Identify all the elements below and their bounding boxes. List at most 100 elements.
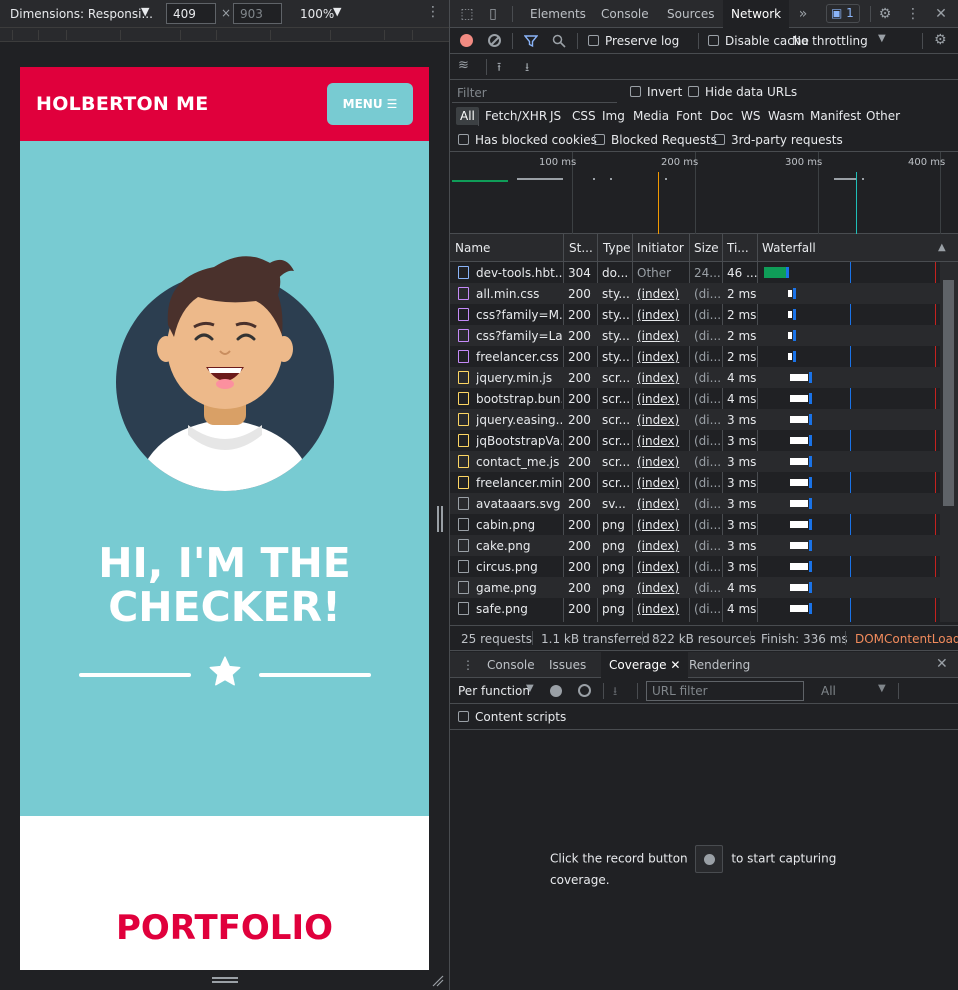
type-filter-other[interactable]: Other: [866, 109, 900, 123]
table-row[interactable]: dev-tools.hbt... 304 do... Other 24... 46 ...: [450, 262, 940, 283]
url-filter-input[interactable]: URL filter: [646, 681, 804, 701]
throttling-dropdown-icon[interactable]: ▼: [878, 33, 886, 44]
device-more-options-icon[interactable]: ⋮: [426, 4, 440, 20]
request-initiator[interactable]: (index): [637, 476, 687, 490]
device-width-resize-handle[interactable]: [437, 506, 443, 532]
height-input[interactable]: 903: [233, 3, 282, 24]
inspect-element-icon[interactable]: ⬚: [458, 5, 476, 23]
table-row[interactable]: jquery.min.js 200 scr... (index) (di... 4 ms: [450, 367, 940, 388]
network-settings-gear-icon[interactable]: ⚙: [934, 32, 947, 48]
request-initiator[interactable]: (index): [637, 539, 687, 553]
table-row[interactable]: safe.png 200 png (index) (di... 4 ms: [450, 598, 940, 619]
coverage-type-dropdown-icon[interactable]: ▼: [526, 683, 534, 694]
request-initiator[interactable]: (index): [637, 392, 687, 406]
filter-funnel-icon[interactable]: [524, 34, 538, 48]
zoom-select[interactable]: 100%: [300, 7, 334, 21]
network-overview-timeline[interactable]: 100 ms 200 ms 300 ms 400 ms: [450, 152, 958, 234]
drawer-tab-rendering[interactable]: Rendering: [689, 658, 750, 672]
close-devtools-icon[interactable]: ✕: [932, 5, 950, 23]
column-waterfall[interactable]: Waterfall: [762, 241, 816, 255]
import-har-icon[interactable]: ⭱: [497, 58, 501, 79]
table-row[interactable]: circus.png 200 png (index) (di... 3 ms: [450, 556, 940, 577]
tab-elements[interactable]: Elements: [530, 7, 586, 21]
close-drawer-icon[interactable]: ✕: [936, 656, 948, 672]
coverage-type-select[interactable]: Per function: [458, 684, 530, 698]
column-initiator[interactable]: Initiator: [637, 241, 684, 255]
device-toolbar-icon[interactable]: ▯: [484, 5, 502, 23]
request-initiator[interactable]: (index): [637, 308, 687, 322]
request-initiator[interactable]: (index): [637, 413, 687, 427]
request-initiator[interactable]: (index): [637, 287, 687, 301]
throttling-select[interactable]: No throttling: [792, 34, 868, 48]
table-scroll-thumb[interactable]: [943, 280, 954, 506]
drawer-tab-console[interactable]: Console: [487, 658, 535, 672]
device-corner-resize-icon[interactable]: [432, 975, 444, 987]
table-row[interactable]: cabin.png 200 png (index) (di... 3 ms: [450, 514, 940, 535]
table-row[interactable]: css?family=La... 200 sty... (index) (di... 2 …: [450, 325, 940, 346]
table-row[interactable]: css?family=M... 200 sty... (index) (di... 2 m…: [450, 304, 940, 325]
column-name[interactable]: Name: [455, 241, 490, 255]
type-filter-ws[interactable]: WS: [741, 109, 760, 123]
reload-and-record-icon[interactable]: [578, 684, 591, 697]
tab-console[interactable]: Console: [601, 7, 649, 21]
start-coverage-record-icon[interactable]: [550, 685, 562, 697]
table-row[interactable]: avataaars.svg 200 sv... (index) (di... 3 ms: [450, 493, 940, 514]
zoom-dropdown-icon[interactable]: ▼: [333, 5, 341, 18]
request-initiator[interactable]: (index): [637, 371, 687, 385]
table-row[interactable]: cake.png 200 png (index) (di... 3 ms: [450, 535, 940, 556]
clear-network-icon[interactable]: [488, 34, 501, 47]
dimensions-dropdown-icon[interactable]: ▼: [141, 5, 149, 18]
column-status[interactable]: St...: [569, 241, 593, 255]
request-initiator[interactable]: (index): [637, 434, 687, 448]
type-filter-js[interactable]: JS: [550, 109, 561, 123]
media-query-ruler[interactable]: [0, 28, 449, 42]
blocked-requests-checkbox[interactable]: Blocked Requests: [594, 133, 717, 147]
record-network-icon[interactable]: [460, 34, 473, 47]
type-filter-css[interactable]: CSS: [572, 109, 596, 123]
preserve-log-checkbox[interactable]: Preserve log: [588, 34, 679, 48]
column-size[interactable]: Size: [694, 241, 719, 255]
device-height-resize-handle[interactable]: [212, 977, 238, 983]
issues-badge[interactable]: ▣ 1: [826, 4, 860, 23]
tab-network[interactable]: Network: [723, 0, 790, 28]
request-initiator[interactable]: (index): [637, 581, 687, 595]
export-har-icon[interactable]: ⭳: [525, 58, 529, 79]
settings-gear-icon[interactable]: ⚙: [876, 5, 894, 23]
column-time[interactable]: Ti...: [727, 241, 749, 255]
request-initiator[interactable]: (index): [637, 350, 687, 364]
request-initiator[interactable]: (index): [637, 497, 687, 511]
type-filter-doc[interactable]: Doc: [710, 109, 733, 123]
search-icon[interactable]: [552, 34, 566, 48]
devtools-more-icon[interactable]: ⋮: [904, 5, 922, 23]
table-row[interactable]: contact_me.js 200 scr... (index) (di... 3 ms: [450, 451, 940, 472]
column-type[interactable]: Type: [603, 241, 631, 255]
table-row[interactable]: bootstrap.bun... 200 scr... (index) (di... 4 …: [450, 388, 940, 409]
dimensions-select[interactable]: Dimensions: Responsi...: [10, 7, 153, 21]
table-row[interactable]: freelancer.css 200 sty... (index) (di... 2 ms: [450, 346, 940, 367]
type-filter-fetch-xhr[interactable]: Fetch/XHR: [485, 109, 547, 123]
drawer-tab-issues[interactable]: Issues: [549, 658, 586, 672]
coverage-content-type-dropdown-icon[interactable]: ▼: [878, 683, 886, 694]
type-filter-media[interactable]: Media: [633, 109, 669, 123]
tab-sources[interactable]: Sources: [667, 7, 714, 21]
drawer-menu-icon[interactable]: ⋮: [462, 658, 474, 672]
sort-ascending-icon[interactable]: ▲: [938, 242, 946, 253]
request-initiator[interactable]: (index): [637, 560, 687, 574]
type-filter-manifest[interactable]: Manifest: [810, 109, 861, 123]
coverage-content-type-select[interactable]: All: [821, 684, 836, 698]
table-row[interactable]: all.min.css 200 sty... (index) (di... 2 ms: [450, 283, 940, 304]
filter-input[interactable]: Filter: [452, 83, 617, 103]
content-scripts-checkbox[interactable]: Content scripts: [458, 710, 566, 724]
close-coverage-tab-icon[interactable]: ✕: [670, 658, 680, 672]
type-filter-wasm[interactable]: Wasm: [768, 109, 804, 123]
request-initiator[interactable]: (index): [637, 455, 687, 469]
hide-data-urls-checkbox[interactable]: Hide data URLs: [688, 85, 797, 99]
request-initiator[interactable]: (index): [637, 518, 687, 532]
network-conditions-wifi-icon[interactable]: ≋: [458, 58, 469, 73]
request-initiator[interactable]: (index): [637, 602, 687, 616]
more-tabs-icon[interactable]: »: [794, 5, 812, 23]
table-row[interactable]: jqBootstrapVa... 200 scr... (index) (di... 3 …: [450, 430, 940, 451]
type-filter-all[interactable]: All: [456, 107, 479, 125]
third-party-requests-checkbox[interactable]: 3rd-party requests: [714, 133, 843, 147]
menu-button[interactable]: MENU ☰: [327, 83, 413, 125]
